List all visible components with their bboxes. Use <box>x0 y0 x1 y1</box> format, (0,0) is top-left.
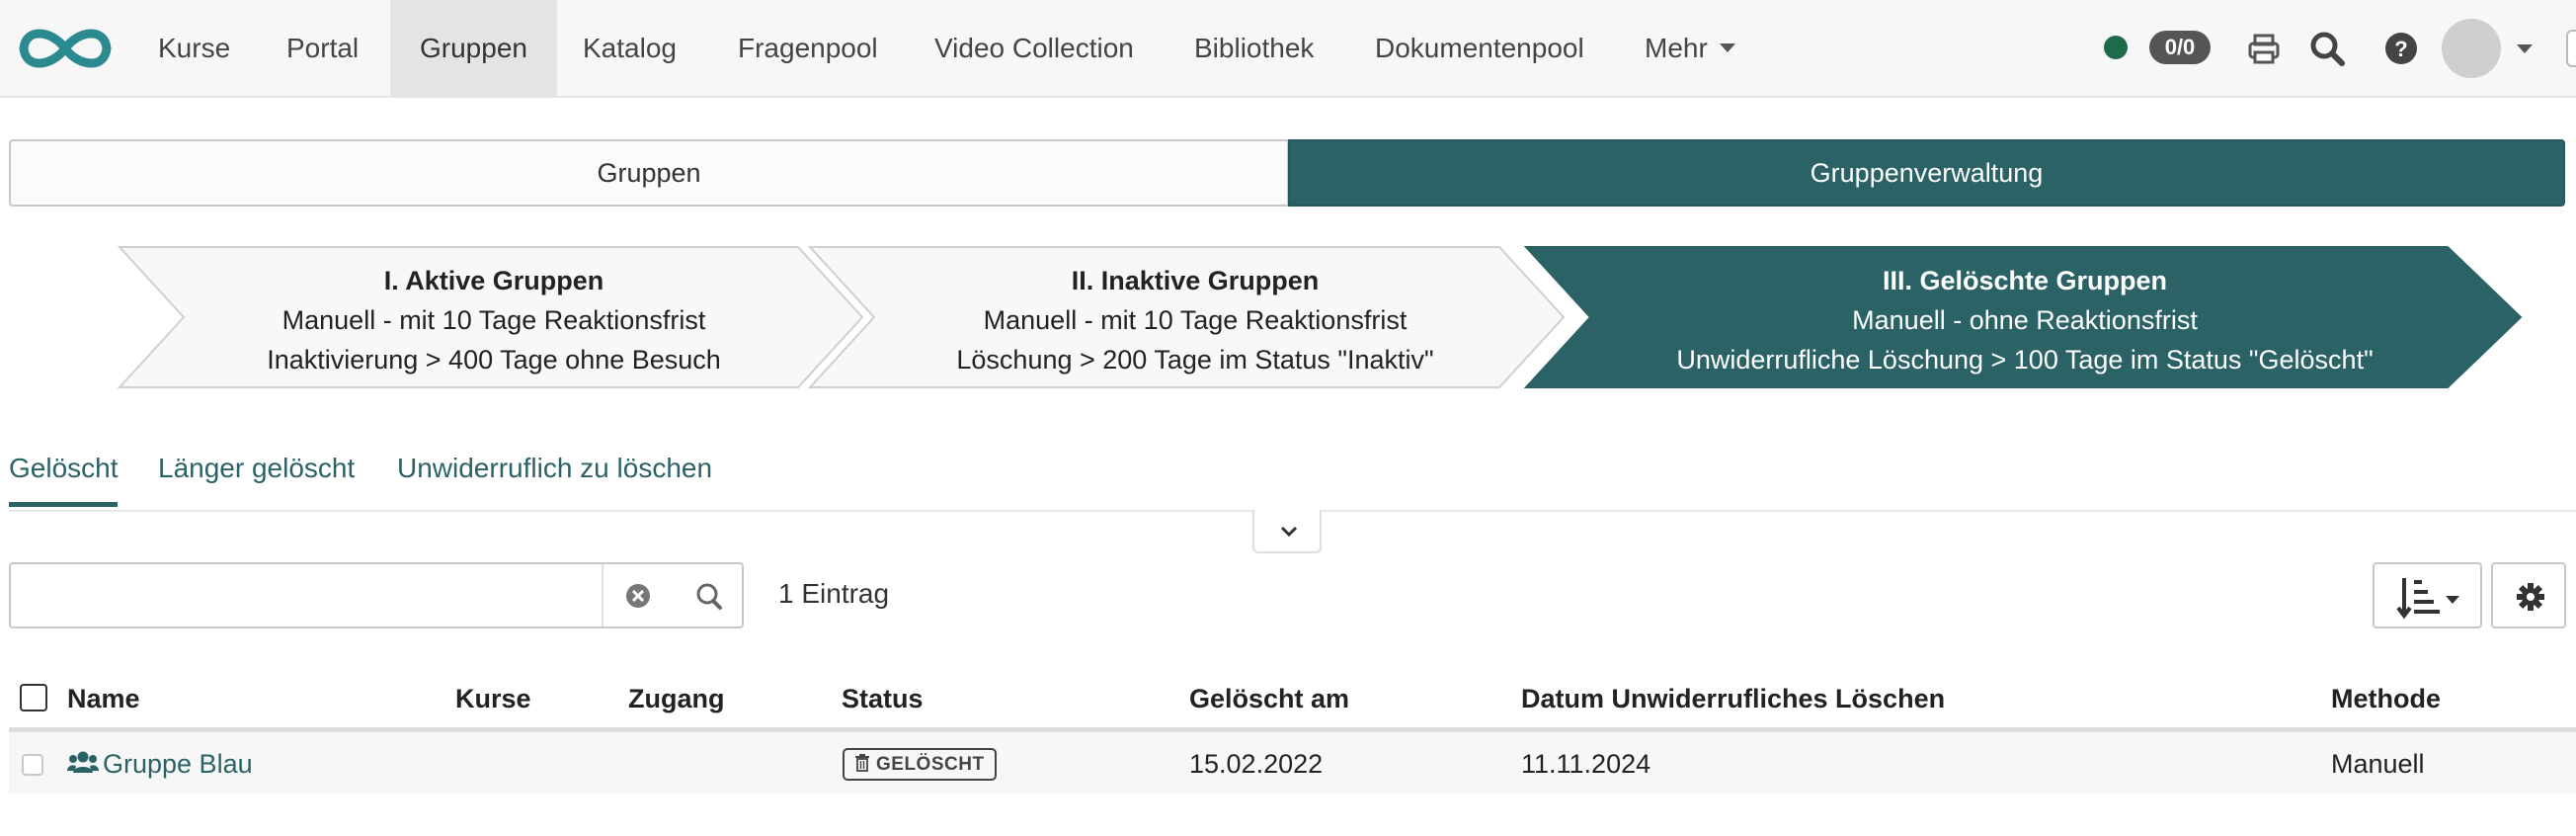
user-avatar[interactable] <box>2442 19 2501 78</box>
subtab-geloescht[interactable]: Gelöscht <box>9 453 119 484</box>
clear-circle-icon <box>626 584 650 608</box>
subtab-unwiderruflich-zu-loeschen[interactable]: Unwiderruflich zu löschen <box>397 453 712 484</box>
notification-badge[interactable]: 0/0 <box>2149 31 2211 64</box>
step-line: Manuell - ohne Reaktionsfrist <box>1852 305 2198 335</box>
nav-item-kurse[interactable]: Kurse <box>128 0 260 96</box>
status-badge: GELÖSCHT <box>843 748 997 781</box>
row-checkbox[interactable] <box>22 754 43 776</box>
nav-item-bibliothek[interactable]: Bibliothek <box>1165 0 1343 96</box>
column-header-kurse[interactable]: Kurse <box>455 684 531 714</box>
table-settings-button[interactable] <box>2491 562 2566 628</box>
nav-item-katalog[interactable]: Katalog <box>553 0 706 96</box>
column-header-zugang[interactable]: Zugang <box>628 684 724 714</box>
column-header-name[interactable]: Name <box>67 684 140 714</box>
chevron-down-icon <box>1280 526 1298 538</box>
online-status-indicator[interactable] <box>2104 36 2128 59</box>
column-header-datum-unwiderrufliches-loeschen[interactable]: Datum Unwiderrufliches Löschen <box>1521 684 1945 714</box>
top-navigation: Kurse Portal Gruppen Katalog Fragenpool … <box>0 0 2576 98</box>
search-submit-button[interactable] <box>675 564 744 627</box>
step-line: Unwiderrufliche Löschung > 100 Tage im S… <box>1676 345 2374 375</box>
nav-item-dokumentenpool[interactable]: Dokumentenpool <box>1345 0 1614 96</box>
group-name-link[interactable]: Gruppe Blau <box>103 749 253 779</box>
trash-icon <box>855 754 869 772</box>
chevron-down-icon <box>1719 43 1735 53</box>
step-geloeschte-gruppen[interactable]: III. Gelöschte Gruppen Manuell - ohne Re… <box>1600 243 2450 391</box>
status-text: GELÖSCHT <box>876 754 985 775</box>
step-line: Manuell - mit 10 Tage Reaktionsfrist <box>282 305 706 335</box>
nav-item-gruppen[interactable]: Gruppen <box>390 0 557 96</box>
step-line: Inaktivierung > 400 Tage ohne Besuch <box>267 345 721 375</box>
select-all-checkbox[interactable] <box>20 684 47 711</box>
datum-loeschen-cell: 11.11.2024 <box>1521 749 1651 779</box>
nav-item-video-collection[interactable]: Video Collection <box>905 0 1164 96</box>
nav-more-label: Mehr <box>1645 33 1708 63</box>
column-header-geloescht-am[interactable]: Gelöscht am <box>1189 684 1349 714</box>
nav-item-fragenpool[interactable]: Fragenpool <box>708 0 908 96</box>
users-group-icon <box>67 751 99 773</box>
search-icon[interactable] <box>2306 28 2348 69</box>
header-extra-button[interactable] <box>2566 30 2576 67</box>
group-name-cell[interactable]: Gruppe Blau <box>67 749 253 780</box>
clear-search-button[interactable] <box>604 564 673 627</box>
active-subtab-indicator <box>9 502 118 507</box>
subtab-laenger-geloescht[interactable]: Länger gelöscht <box>158 453 355 484</box>
sort-button[interactable] <box>2373 562 2482 628</box>
step-inaktive-gruppen[interactable]: II. Inaktive Gruppen Manuell - mit 10 Ta… <box>889 243 1501 391</box>
step-title: III. Gelöschte Gruppen <box>1882 266 2168 295</box>
segment-gruppen[interactable]: Gruppen <box>9 139 1289 207</box>
svg-text:?: ? <box>2394 37 2407 61</box>
help-icon[interactable]: ? <box>2380 28 2422 69</box>
openolat-logo-icon[interactable] <box>12 18 119 79</box>
sort-amount-icon <box>2396 578 2459 620</box>
step-line: Manuell - mit 10 Tage Reaktionsfrist <box>983 305 1408 335</box>
result-count: 1 Eintrag <box>778 578 890 609</box>
gear-icon <box>2517 583 2544 611</box>
geloescht-am-cell: 15.02.2022 <box>1189 749 1324 779</box>
nav-item-mehr[interactable]: Mehr <box>1615 0 1765 96</box>
chevron-down-icon[interactable] <box>2517 44 2533 53</box>
step-line: Löschung > 200 Tage im Status "Inaktiv" <box>956 345 1434 375</box>
step-title: I. Aktive Gruppen <box>383 266 604 295</box>
methode-cell: Manuell <box>2331 749 2425 779</box>
print-icon[interactable] <box>2243 28 2285 69</box>
nav-item-portal[interactable]: Portal <box>257 0 388 96</box>
step-title: II. Inaktive Gruppen <box>1071 266 1320 295</box>
column-header-status[interactable]: Status <box>842 684 924 714</box>
filter-toggle-button[interactable] <box>1252 510 1322 553</box>
step-aktive-gruppen[interactable]: I. Aktive Gruppen Manuell - mit 10 Tage … <box>188 243 800 391</box>
column-header-methode[interactable]: Methode <box>2331 684 2441 714</box>
search-input[interactable] <box>11 564 602 627</box>
segment-gruppenverwaltung[interactable]: Gruppenverwaltung <box>1288 139 2565 207</box>
search-field-group <box>9 562 744 628</box>
search-icon <box>696 583 722 610</box>
